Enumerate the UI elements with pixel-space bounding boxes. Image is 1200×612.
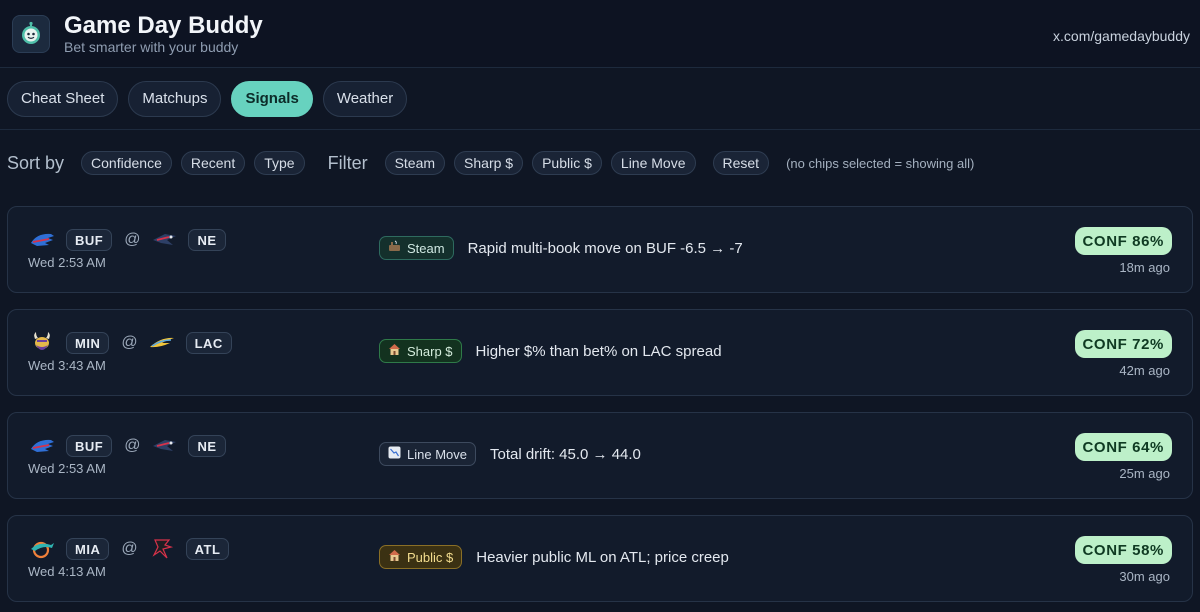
falcons-icon bbox=[148, 536, 176, 562]
signal-type-label: Public $ bbox=[407, 549, 454, 565]
bills-icon bbox=[28, 227, 56, 253]
app-header: Game Day Buddy Bet smarter with your bud… bbox=[0, 0, 1200, 68]
filter-line-move-chip[interactable]: Line Move bbox=[610, 151, 696, 175]
confidence-badge: CONF 72% bbox=[1074, 330, 1172, 358]
away-team-badge: MIA bbox=[66, 538, 110, 560]
signal-age: 25m ago bbox=[1119, 466, 1170, 481]
sort-label: Sort by bbox=[7, 152, 65, 173]
game-time: Wed 3:43 AM bbox=[28, 358, 106, 373]
chargers-icon bbox=[148, 330, 176, 356]
signal-type-badge: Line Move bbox=[379, 442, 476, 466]
patriots-icon bbox=[150, 227, 178, 253]
house-icon bbox=[388, 549, 401, 565]
filter-steam-chip[interactable]: Steam bbox=[384, 151, 446, 175]
chart-down-icon bbox=[388, 446, 401, 462]
sort-recent-chip[interactable]: Recent bbox=[180, 151, 246, 175]
signal-type-label: Line Move bbox=[407, 446, 467, 462]
signal-age: 18m ago bbox=[1119, 260, 1170, 275]
tab-cheat-sheet[interactable]: Cheat Sheet bbox=[7, 80, 119, 117]
signal-type-badge: Steam bbox=[379, 236, 454, 260]
vikings-icon bbox=[28, 330, 56, 356]
brand: Game Day Buddy Bet smarter with your bud… bbox=[64, 11, 263, 55]
patriots-icon bbox=[150, 433, 178, 459]
away-team-badge: MIN bbox=[66, 332, 110, 354]
filter-note: (no chips selected = showing all) bbox=[786, 155, 975, 171]
app-subtitle: Bet smarter with your buddy bbox=[64, 38, 239, 55]
signal-type-label: Sharp $ bbox=[407, 343, 453, 359]
signal-card[interactable]: MIA @ ATL Wed 4:13 AM Public $ Heavier p… bbox=[7, 515, 1193, 602]
social-handle-link[interactable]: x.com/gamedaybuddy bbox=[1053, 28, 1190, 44]
main-tabs: Cheat Sheet Matchups Signals Weather bbox=[0, 68, 1200, 130]
away-team-badge: BUF bbox=[66, 435, 113, 457]
confidence-badge: CONF 86% bbox=[1074, 227, 1172, 255]
filter-sharp-chip[interactable]: Sharp $ bbox=[454, 151, 524, 175]
signal-card[interactable]: MIN @ LAC Wed 3:43 AM Sharp $ Higher $% … bbox=[7, 309, 1193, 396]
signal-description: Higher $% than bet% on LAC spread bbox=[475, 342, 722, 360]
game-time: Wed 4:13 AM bbox=[28, 564, 106, 579]
signal-type-label: Steam bbox=[407, 240, 445, 256]
steam-icon bbox=[388, 240, 401, 256]
bills-icon bbox=[28, 433, 56, 459]
at-symbol: @ bbox=[124, 437, 141, 454]
away-team-badge: BUF bbox=[66, 229, 113, 251]
signal-age: 42m ago bbox=[1119, 363, 1170, 378]
app-title: Game Day Buddy bbox=[64, 11, 263, 39]
house-icon bbox=[388, 343, 401, 359]
home-team-badge: NE bbox=[188, 229, 226, 251]
signal-type-badge: Sharp $ bbox=[379, 339, 462, 363]
filter-label: Filter bbox=[327, 152, 368, 173]
tab-matchups[interactable]: Matchups bbox=[128, 80, 222, 117]
confidence-badge: CONF 64% bbox=[1074, 433, 1172, 461]
filter-public-chip[interactable]: Public $ bbox=[532, 151, 602, 175]
at-symbol: @ bbox=[121, 334, 138, 351]
tab-weather[interactable]: Weather bbox=[322, 80, 408, 117]
buddy-logo-icon bbox=[12, 14, 50, 53]
home-team-badge: LAC bbox=[185, 332, 232, 354]
reset-button[interactable]: Reset bbox=[712, 151, 770, 175]
signal-card[interactable]: BUF @ NE Wed 2:53 AM Steam Rapid multi-b… bbox=[7, 206, 1193, 293]
home-team-badge: NE bbox=[188, 435, 226, 457]
sort-type-chip[interactable]: Type bbox=[254, 151, 305, 175]
signal-list: BUF @ NE Wed 2:53 AM Steam Rapid multi-b… bbox=[0, 196, 1200, 602]
filter-bar: Sort by Confidence Recent Type Filter St… bbox=[0, 130, 1200, 196]
sort-confidence-chip[interactable]: Confidence bbox=[81, 151, 172, 175]
signal-description: Total drift: 45.0 → 44.0 bbox=[489, 445, 641, 463]
home-team-badge: ATL bbox=[185, 538, 230, 560]
game-time: Wed 2:53 AM bbox=[28, 255, 106, 270]
signal-card[interactable]: BUF @ NE Wed 2:53 AM Line Move Total dri… bbox=[7, 412, 1193, 499]
signal-type-badge: Public $ bbox=[379, 545, 463, 569]
signal-description: Heavier public ML on ATL; price creep bbox=[476, 548, 729, 566]
signal-age: 30m ago bbox=[1119, 569, 1170, 584]
at-symbol: @ bbox=[121, 540, 138, 557]
tab-signals[interactable]: Signals bbox=[231, 80, 313, 117]
dolphins-icon bbox=[28, 536, 56, 562]
confidence-badge: CONF 58% bbox=[1074, 536, 1172, 564]
signal-description: Rapid multi-book move on BUF -6.5 → -7 bbox=[467, 239, 743, 257]
at-symbol: @ bbox=[124, 231, 141, 248]
game-time: Wed 2:53 AM bbox=[28, 461, 106, 476]
